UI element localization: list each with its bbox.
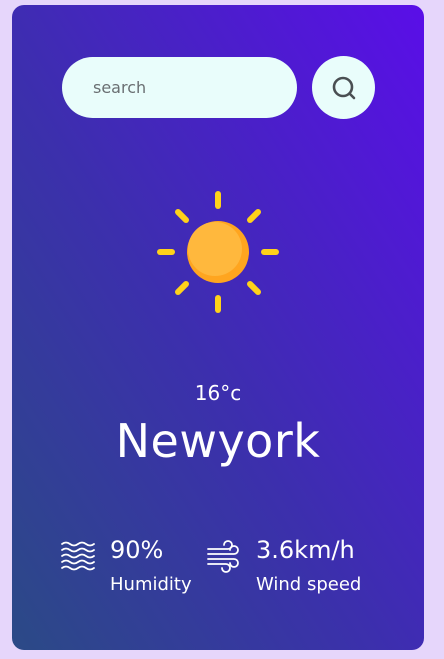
humidity-waves-icon — [61, 541, 95, 571]
humidity-stat: 90% Humidity — [60, 535, 192, 597]
city-name: Newyork — [115, 414, 321, 468]
sun-icon — [157, 191, 279, 313]
search-icon — [332, 76, 355, 99]
temperature: 16°c — [194, 381, 242, 405]
wind-value: 3.6km/h — [256, 536, 355, 564]
weather-card: 16°c Newyork 90% Humidity — [12, 5, 424, 650]
search-button[interactable] — [312, 56, 375, 119]
search-bar — [62, 56, 375, 119]
humidity-value: 90% — [110, 536, 164, 564]
wind-icon — [207, 540, 239, 573]
search-input[interactable] — [62, 57, 297, 118]
wind-label: Wind speed — [256, 574, 362, 595]
humidity-label: Humidity — [110, 574, 192, 595]
wind-stat: 3.6km/h Wind speed — [206, 535, 361, 597]
